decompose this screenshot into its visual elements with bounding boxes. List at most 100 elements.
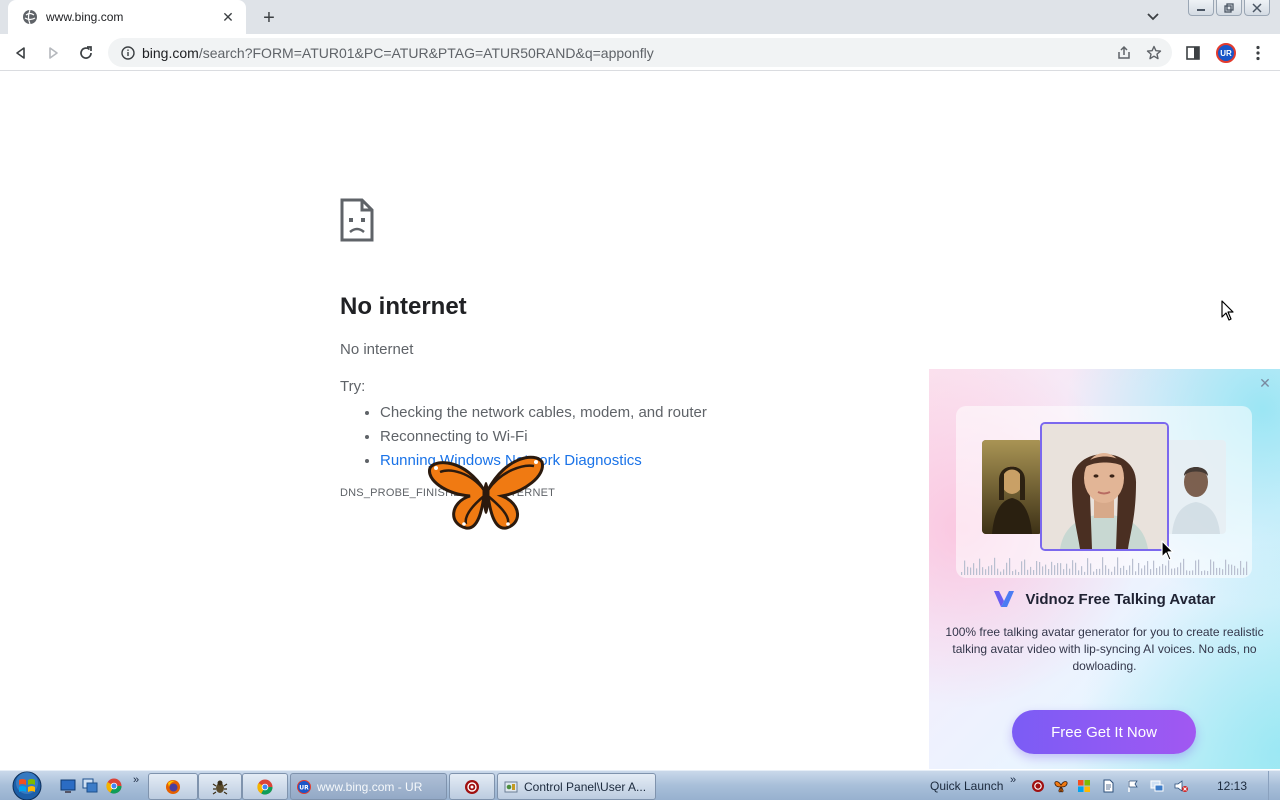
waveform-bar — [1198, 559, 1200, 575]
waveform-bar — [1075, 562, 1077, 575]
waveform-bar — [1210, 559, 1212, 575]
butterfly-tray-icon[interactable] — [1054, 779, 1068, 793]
close-icon — [1252, 2, 1262, 13]
windows-flag-tray-icon[interactable] — [1077, 779, 1091, 793]
info-icon[interactable] — [120, 45, 136, 61]
butterfly-icon — [428, 455, 544, 530]
waveform-bar — [1180, 562, 1182, 575]
minimize-icon — [1197, 8, 1205, 11]
network-tray-icon[interactable] — [1150, 779, 1164, 793]
restore-button[interactable] — [1216, 0, 1242, 16]
ad-brand: Vidnoz Free Talking Avatar — [929, 589, 1280, 609]
waveform-bar — [1126, 569, 1128, 575]
reload-icon — [80, 46, 92, 59]
new-tab-button[interactable]: + — [258, 7, 280, 29]
minimize-button[interactable] — [1188, 0, 1214, 16]
document-tray-icon[interactable] — [1101, 779, 1115, 793]
ur-browser-icon: UR — [297, 779, 311, 794]
free-get-it-now-button[interactable]: Free Get It Now — [1012, 710, 1196, 754]
waveform-bar — [1159, 566, 1161, 575]
waveform-bar — [1081, 566, 1083, 575]
waveform-bar — [1102, 557, 1104, 575]
star-icon — [1146, 45, 1162, 60]
action-center-flag-icon[interactable] — [1126, 779, 1140, 793]
waveform-bar — [1072, 560, 1074, 575]
waveform-bar — [979, 558, 981, 575]
browser-tab[interactable]: www.bing.com ✕ — [8, 0, 246, 34]
close-window-button[interactable] — [1244, 0, 1270, 16]
volume-muted-icon[interactable] — [1174, 779, 1188, 793]
menu-button[interactable] — [1246, 41, 1270, 65]
waveform-bar — [1240, 560, 1242, 575]
task-label: Control Panel\User A... — [524, 779, 647, 794]
waveform-bar — [1009, 558, 1011, 575]
waveform-bar — [1015, 569, 1017, 575]
waveform-bar — [1234, 565, 1236, 575]
control-panel-icon — [504, 780, 518, 794]
waveform-bar — [1186, 570, 1188, 575]
waveform-bar — [1225, 559, 1227, 575]
chrome-task-button[interactable] — [242, 773, 288, 800]
chrome-icon[interactable] — [106, 778, 122, 794]
firefox-task-button[interactable] — [148, 773, 198, 800]
waveform-bar — [1237, 568, 1239, 575]
task-button-control-panel[interactable]: Control Panel\User A... — [497, 773, 656, 800]
woman-avatar-image — [1040, 422, 1169, 551]
waveform-bar — [1207, 570, 1209, 575]
reload-button[interactable] — [74, 41, 98, 65]
profile-button[interactable]: UR — [1214, 41, 1238, 65]
waveform-bar — [964, 560, 966, 575]
side-panel-button[interactable] — [1181, 41, 1205, 65]
waveform-bar — [1243, 567, 1245, 575]
back-button[interactable] — [9, 41, 33, 65]
waveform-bar — [1078, 570, 1080, 575]
task-button-red-app[interactable] — [449, 773, 495, 800]
share-button[interactable] — [1114, 43, 1134, 63]
url-host: bing.com — [142, 44, 199, 61]
bookmark-star-button[interactable] — [1144, 43, 1164, 63]
show-desktop-button[interactable] — [1268, 771, 1280, 800]
avatar: UR — [1216, 43, 1236, 63]
chrome-icon — [257, 779, 273, 795]
waveform-bar — [985, 569, 987, 575]
waveform-bar — [1195, 560, 1197, 575]
show-desktop-icon[interactable] — [60, 778, 76, 794]
tray-more-button[interactable]: » — [1010, 774, 1016, 786]
waveform-bar — [970, 567, 972, 575]
waveform-bar — [1150, 569, 1152, 575]
waveform-bar — [1165, 565, 1167, 575]
task-label: www.bing.com - UR — [317, 779, 423, 794]
waveform-bar — [1123, 565, 1125, 575]
task-button-bing[interactable]: UR www.bing.com - UR — [290, 773, 447, 800]
taskbar-clock[interactable]: 12:13 — [1217, 779, 1247, 793]
globe-icon — [22, 9, 38, 25]
try-label: Try: — [340, 378, 366, 395]
waveform-bar — [1033, 570, 1035, 575]
side-panel-icon — [1186, 46, 1200, 60]
screen: www.bing.com ✕ + bing.com/search?FORM=AT… — [0, 0, 1280, 800]
waveform-bar — [1060, 563, 1062, 575]
waveform-bar — [1129, 565, 1131, 575]
forward-button[interactable] — [41, 41, 65, 65]
address-bar[interactable]: bing.com/search?FORM=ATUR01&PC=ATUR&PTAG… — [108, 38, 1172, 67]
waveform-bar — [982, 567, 984, 575]
waveform-bar — [1183, 558, 1185, 575]
ad-close-button[interactable]: ✕ — [1258, 375, 1272, 391]
waveform-bar — [1204, 570, 1206, 575]
tab-close-button[interactable]: ✕ — [220, 9, 236, 25]
bug-app-task-button[interactable] — [198, 773, 242, 800]
red-circle-tray-icon[interactable] — [1031, 779, 1045, 793]
error-title: No internet — [340, 293, 467, 320]
chevron-down-icon — [1147, 13, 1159, 21]
bug-icon — [212, 780, 228, 794]
waveform-bar — [1087, 558, 1089, 575]
tab-search-button[interactable] — [1143, 7, 1163, 27]
switch-windows-icon[interactable] — [82, 778, 98, 794]
waveform-bar — [1111, 571, 1113, 575]
start-button[interactable] — [8, 771, 46, 800]
taskbar: » UR www.bing.com - UR Control Panel\Use… — [0, 770, 1280, 800]
waveform-bar — [967, 566, 969, 575]
waveform-bar — [1003, 569, 1005, 575]
waveform-bar — [1030, 566, 1032, 575]
quick-launch-more-button[interactable]: » — [133, 774, 139, 786]
